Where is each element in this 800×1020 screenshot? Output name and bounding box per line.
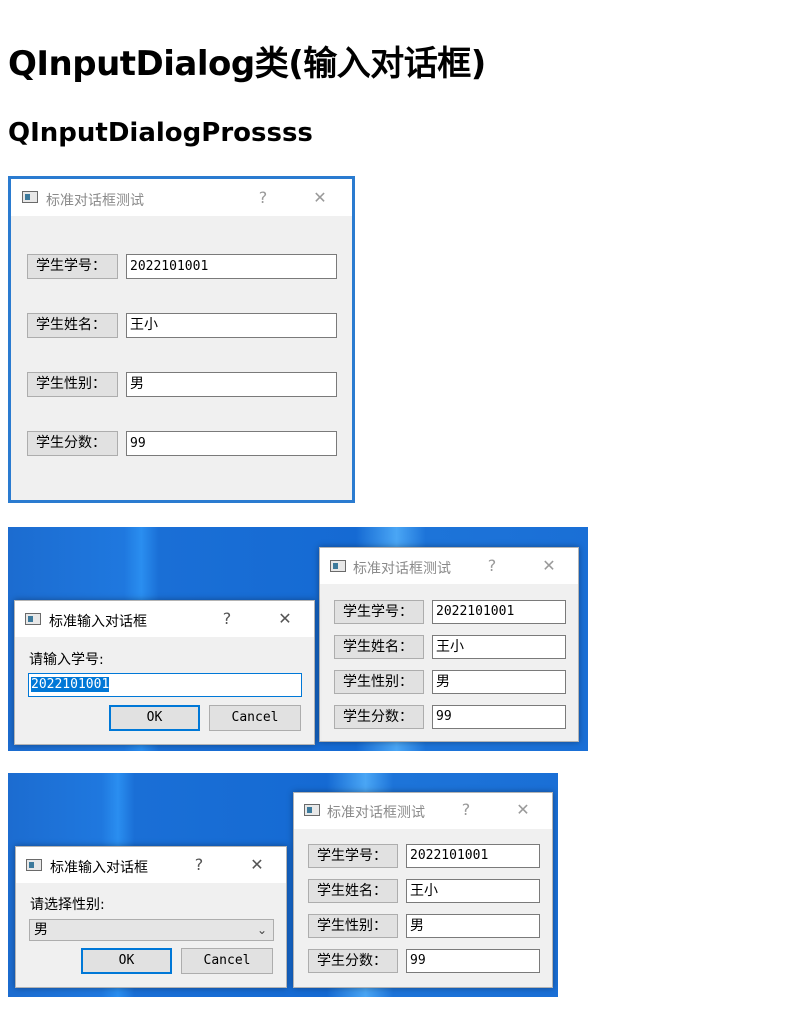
input-dialog-window: 标准输入对话框 ? ✕ 请选择性别: 男 ⌄ OK Cancel — [15, 846, 287, 988]
student-id-input[interactable]: 2022101001 — [28, 673, 302, 697]
input-prompt: 请输入学号: — [29, 652, 104, 668]
close-icon[interactable]: ✕ — [273, 609, 297, 628]
student-score-field[interactable]: 99 — [126, 431, 337, 456]
label-student-id: 学生学号： — [334, 600, 424, 624]
app-icon — [304, 804, 320, 816]
ok-button[interactable]: OK — [109, 705, 200, 731]
input-dialog-window: 标准输入对话框 ? ✕ 请输入学号: 2022101001 OK Cancel — [14, 600, 315, 745]
student-id-field[interactable]: 2022101001 — [126, 254, 337, 279]
screenshot-input-id: 标准对话框测试 ? ✕ 学生学号： 2022101001 学生姓名： 王小 学生… — [8, 527, 588, 751]
main-dialog-titlebar[interactable]: 标准对话框测试 ? ✕ — [11, 179, 352, 216]
input-dialog-titlebar[interactable]: 标准输入对话框 ? ✕ — [15, 601, 314, 637]
help-icon[interactable]: ? — [480, 556, 504, 575]
label-student-id: 学生学号： — [27, 254, 118, 279]
bg-dialog-titlebar[interactable]: 标准对话框测试 ? ✕ — [320, 548, 578, 584]
student-gender-field[interactable]: 男 — [432, 670, 566, 694]
label-student-gender: 学生性别： — [334, 670, 424, 694]
app-icon — [25, 613, 41, 625]
bg-dialog-titlebar[interactable]: 标准对话框测试 ? ✕ — [294, 793, 552, 829]
selected-text: 2022101001 — [31, 677, 110, 692]
cancel-button[interactable]: Cancel — [209, 705, 301, 731]
bg-dialog-title: 标准对话框测试 — [353, 561, 451, 577]
help-icon[interactable]: ? — [215, 609, 239, 628]
label-student-gender: 学生性别： — [308, 914, 398, 938]
gender-combobox[interactable]: 男 ⌄ — [29, 919, 274, 941]
input-prompt: 请选择性别: — [30, 897, 105, 913]
student-score-field[interactable]: 99 — [406, 949, 540, 973]
student-name-field[interactable]: 王小 — [126, 313, 337, 338]
bg-dialog-window: 标准对话框测试 ? ✕ 学生学号： 2022101001 学生姓名： 王小 学生… — [319, 547, 579, 742]
label-student-score: 学生分数： — [308, 949, 398, 973]
label-student-id: 学生学号： — [308, 844, 398, 868]
student-score-field[interactable]: 99 — [432, 705, 566, 729]
input-dialog-titlebar[interactable]: 标准输入对话框 ? ✕ — [16, 847, 286, 883]
close-icon[interactable]: ✕ — [537, 556, 561, 575]
label-student-gender: 学生性别： — [27, 372, 118, 397]
label-student-score: 学生分数： — [27, 431, 118, 456]
combo-value: 男 — [34, 922, 48, 938]
student-gender-field[interactable]: 男 — [126, 372, 337, 397]
main-dialog-window: 标准对话框测试 ? ✕ 学生学号： 2022101001 学生姓名： 王小 学生… — [8, 176, 355, 503]
input-dialog-title: 标准输入对话框 — [49, 614, 147, 630]
section-subtitle: QInputDialogProssss — [8, 118, 313, 148]
close-icon[interactable]: ✕ — [511, 800, 535, 819]
page-title: QInputDialog类(输入对话框) — [8, 44, 486, 84]
help-icon[interactable]: ? — [187, 855, 211, 874]
app-icon — [330, 560, 346, 572]
main-dialog-title: 标准对话框测试 — [46, 193, 144, 209]
chevron-down-icon[interactable]: ⌄ — [257, 920, 267, 940]
student-id-field[interactable]: 2022101001 — [432, 600, 566, 624]
bg-dialog-window: 标准对话框测试 ? ✕ 学生学号： 2022101001 学生姓名： 王小 学生… — [293, 792, 553, 988]
label-student-score: 学生分数： — [334, 705, 424, 729]
cancel-button[interactable]: Cancel — [181, 948, 273, 974]
app-icon — [26, 859, 42, 871]
label-student-name: 学生姓名： — [334, 635, 424, 659]
student-name-field[interactable]: 王小 — [406, 879, 540, 903]
app-icon — [22, 191, 38, 203]
student-name-field[interactable]: 王小 — [432, 635, 566, 659]
label-student-name: 学生姓名： — [308, 879, 398, 903]
student-id-field[interactable]: 2022101001 — [406, 844, 540, 868]
screenshot-input-gender: 标准对话框测试 ? ✕ 学生学号： 2022101001 学生姓名： 王小 学生… — [8, 773, 558, 997]
ok-button[interactable]: OK — [81, 948, 172, 974]
label-student-name: 学生姓名： — [27, 313, 118, 338]
close-icon[interactable]: ✕ — [245, 855, 269, 874]
help-icon[interactable]: ? — [251, 188, 275, 207]
student-gender-field[interactable]: 男 — [406, 914, 540, 938]
help-icon[interactable]: ? — [454, 800, 478, 819]
input-dialog-title: 标准输入对话框 — [50, 860, 148, 876]
bg-dialog-title: 标准对话框测试 — [327, 805, 425, 821]
close-icon[interactable]: ✕ — [308, 188, 332, 207]
